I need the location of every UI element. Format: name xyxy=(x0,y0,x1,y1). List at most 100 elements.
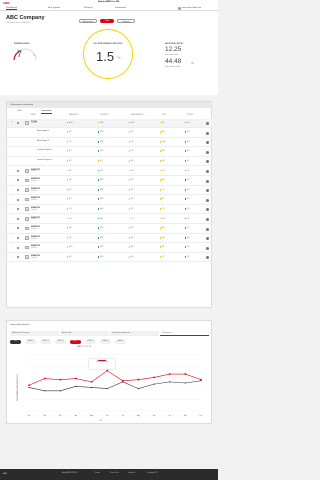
more-options-icon[interactable] xyxy=(206,189,209,193)
expand-chevron-icon[interactable]: › xyxy=(11,188,12,190)
more-options-icon[interactable] xyxy=(206,150,209,154)
nav-dashboard[interactable]: Dashboard xyxy=(6,7,17,11)
more-options-icon[interactable] xyxy=(206,160,209,164)
data-point[interactable] xyxy=(90,386,93,389)
row-checkbox[interactable] xyxy=(17,208,19,211)
table-row[interactable]: › SMART05 Planta A 8.5 22.7 4.2 7.6 1.1 xyxy=(7,167,213,176)
plant-button[interactable]: 2021 xyxy=(10,339,21,344)
data-point[interactable] xyxy=(169,381,171,383)
table-row[interactable]: › SMART05 Planta A 7.0 20.9 5.7 7.5 1.3 xyxy=(7,205,213,215)
data-point[interactable] xyxy=(90,380,93,383)
expand-chevron-icon[interactable]: › xyxy=(11,236,12,238)
data-point[interactable] xyxy=(75,377,77,380)
row-checkbox[interactable] xyxy=(17,188,19,191)
table-row[interactable]: › SMART05 Planta A 9.4 18.7 7.7 11.2 2.9 xyxy=(7,215,213,224)
table-row[interactable]: › SMART05 Planta A 8.5 18.0 4.5 8.7 2.5 xyxy=(7,196,213,205)
data-point[interactable] xyxy=(137,378,140,381)
data-point[interactable] xyxy=(43,377,46,380)
row-checkbox[interactable] xyxy=(17,246,19,249)
plant-button[interactable]: PLANT 1 xyxy=(25,339,36,344)
prev-page-icon[interactable]: ‹ xyxy=(93,421,94,423)
more-options-icon[interactable] xyxy=(206,256,209,260)
data-point[interactable] xyxy=(59,390,61,392)
nav-downloads[interactable]: Downloads xyxy=(115,7,126,9)
expand-chevron-icon[interactable]: › xyxy=(11,227,12,229)
more-options-icon[interactable] xyxy=(206,141,209,145)
data-point[interactable] xyxy=(28,386,30,389)
table-row[interactable]: › SMART05 Planta A 6.4 23.9 6.4 5.7 1.8 xyxy=(7,253,213,263)
plant-button[interactable]: PLANT 6 xyxy=(100,339,111,344)
expand-chevron-icon[interactable]: › xyxy=(11,169,12,171)
data-point[interactable] xyxy=(184,382,186,384)
more-options-icon[interactable] xyxy=(206,218,209,221)
more-options-icon[interactable] xyxy=(206,246,209,250)
table-row[interactable]: › SMART05 Planta A 10.3 14.3 4.8 8.1 1.8 xyxy=(7,244,213,253)
expand-chevron-icon[interactable]: › xyxy=(11,208,12,210)
row-checkbox[interactable] xyxy=(17,227,19,230)
table-row[interactable]: Location Region 1 8.5 15.3 7.3 8.3 0.3 xyxy=(7,148,213,157)
plant-button[interactable]: PLANT 3 xyxy=(55,339,66,344)
more-options-icon[interactable] xyxy=(206,198,209,202)
plant-button[interactable]: PLANT 7 xyxy=(115,339,126,344)
expand-chevron-icon[interactable]: › xyxy=(11,179,12,181)
data-point[interactable] xyxy=(200,380,202,382)
data-point[interactable] xyxy=(137,388,140,390)
table-row[interactable]: Area Region 2 7.0 14.4 9.6 10.4 0.3 xyxy=(7,138,213,148)
data-point[interactable] xyxy=(122,381,124,383)
row-checkbox[interactable] xyxy=(17,256,19,259)
row-checkbox[interactable] xyxy=(17,217,19,220)
table-row[interactable]: › SMART05 Planta A 5.4 18.6 6.7 7.3 1.3 xyxy=(7,186,213,196)
lifecycle-pill[interactable]: Lifecycle xyxy=(117,19,135,23)
expand-chevron-icon[interactable]: ▾ xyxy=(11,121,12,123)
more-options-icon[interactable] xyxy=(206,170,209,173)
data-point[interactable] xyxy=(106,369,109,372)
data-point[interactable] xyxy=(184,373,187,375)
row-checkbox[interactable] xyxy=(17,179,19,182)
table-row[interactable]: › SMART05 Planta A 7.8 28.2 4.9 8.3 2.7 xyxy=(7,177,213,186)
data-point[interactable] xyxy=(44,390,46,392)
row-checkbox[interactable] xyxy=(17,198,19,201)
row-checkbox[interactable] xyxy=(17,236,19,239)
expand-chevron-icon[interactable]: › xyxy=(11,217,12,219)
user-email[interactable]: user.name@abb.com xyxy=(182,7,201,9)
table-row[interactable]: ▾ TOTAL Planta A 20.8 16.9 10.5 8.1 1.9 xyxy=(7,119,213,128)
footer-link-app[interactable]: Ability ARMS FOR DM xyxy=(62,473,77,474)
btab-preventive[interactable]: Preventive maintenance xyxy=(110,331,159,336)
table-row[interactable]: Area Region 1 6.9 21.6 6.7 6.8 0.3 xyxy=(7,129,213,138)
btab-performance[interactable]: Performance xyxy=(160,331,209,336)
more-options-icon[interactable] xyxy=(206,131,209,135)
data-point[interactable] xyxy=(28,384,30,387)
nav-risk-register[interactable]: Risk register xyxy=(48,7,60,9)
footer-link-contact[interactable]: Contact Us xyxy=(128,473,135,474)
data-point[interactable] xyxy=(168,373,171,375)
more-options-icon[interactable] xyxy=(206,179,209,183)
more-options-icon[interactable] xyxy=(206,208,209,212)
table-row[interactable]: › SMART05 Planta A 4.8 11.4 3.8 6.8 1.7 xyxy=(7,225,213,234)
tab-table[interactable]: Table xyxy=(17,110,22,113)
more-options-icon[interactable] xyxy=(206,237,209,241)
data-point[interactable] xyxy=(153,383,155,385)
btab-asset-health[interactable]: Asset health xyxy=(60,331,109,336)
plant-button[interactable]: PLANT 5 xyxy=(85,339,96,344)
table-row[interactable]: Location Region 2 8.3 6.3 8.6 8.8 0.2 xyxy=(7,157,213,167)
data-point[interactable] xyxy=(106,388,108,390)
nav-planning[interactable]: Planning xyxy=(84,7,93,9)
row-checkbox[interactable] xyxy=(17,121,19,124)
footer-link-privacy[interactable]: Privacy xyxy=(95,473,100,474)
table-row[interactable]: › SMART05 Planta A 7.8 25.6 6.8 6.6 2.8 xyxy=(7,234,213,244)
plant-button[interactable]: PLANT 2 xyxy=(40,339,51,344)
expand-chevron-icon[interactable]: › xyxy=(11,256,12,258)
footer-link-terms[interactable]: Terms of Use xyxy=(110,473,119,474)
expand-chevron-icon[interactable]: › xyxy=(11,246,12,248)
data-point[interactable] xyxy=(153,376,155,379)
more-options-icon[interactable] xyxy=(206,122,209,125)
row-checkbox[interactable] xyxy=(17,169,19,172)
avatar[interactable] xyxy=(178,6,181,10)
plant-button[interactable]: PLANT 4 xyxy=(70,339,81,344)
maintenance-pill[interactable]: Maintenance xyxy=(79,19,97,23)
risk-pill[interactable]: Risk xyxy=(100,19,114,23)
more-options-icon[interactable] xyxy=(206,227,209,231)
data-point[interactable] xyxy=(59,378,62,381)
tab-comparison[interactable]: Comparison xyxy=(41,110,52,114)
expand-chevron-icon[interactable]: › xyxy=(11,198,12,200)
